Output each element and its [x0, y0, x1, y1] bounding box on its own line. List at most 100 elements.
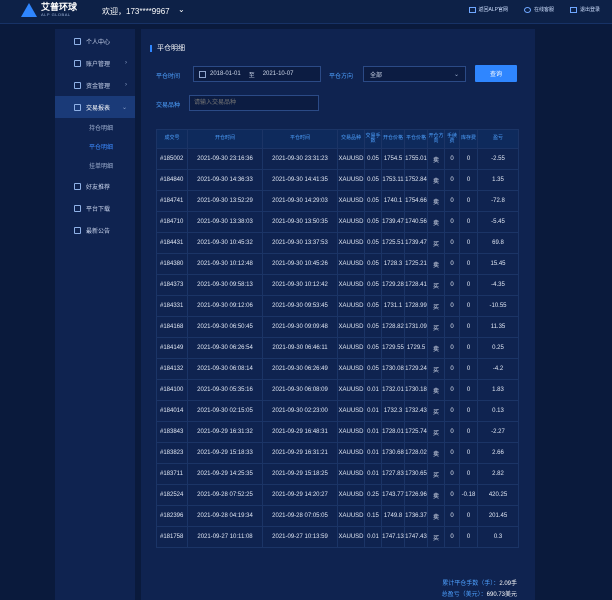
table-cell: #183711 — [156, 463, 188, 485]
table-cell: 2.66 — [477, 442, 519, 464]
table-cell: 2021-09-30 23:16:36 — [187, 148, 263, 170]
table-cell: 0 — [444, 526, 460, 548]
table-cell: 1739.47 — [404, 232, 428, 254]
total-lots-label: 累计平仓手数（手）： — [442, 581, 500, 587]
table-row: #184741 2021-09-30 13:52:29 2021-09-30 14:… — [156, 190, 519, 212]
table-cell: 2021-09-30 13:38:03 — [187, 211, 263, 233]
account-dropdown-icon[interactable]: ⌄ — [178, 5, 185, 14]
table-cell: 0 — [444, 505, 460, 527]
table-cell: 2021-09-29 16:31:32 — [187, 421, 263, 443]
table-cell: 0 — [444, 190, 460, 212]
table-cell: XAUUSD — [337, 274, 365, 296]
table-cell: #184431 — [156, 232, 188, 254]
table-cell: 0 — [459, 232, 478, 254]
table-cell: XAUUSD — [337, 211, 365, 233]
table-row: #184132 2021-09-30 06:08:14 2021-09-30 06:… — [156, 358, 519, 380]
date-range-field[interactable]: 2018-01-01 至 2021-10-07 — [193, 66, 321, 82]
table-row: #183711 2021-09-29 14:25:35 2021-09-29 15:… — [156, 463, 519, 485]
total-profit-value: 690.73美元 — [486, 592, 517, 598]
table-cell: 1729.5 — [404, 337, 428, 359]
sidebar-item-personal-center[interactable]: 个人中心 — [55, 30, 135, 52]
table-cell: #184149 — [156, 337, 188, 359]
logo[interactable]: 艾普环球 ALP GLOBAL — [21, 3, 77, 17]
total-lots-value: 2.09手 — [499, 581, 517, 587]
table-row: #182396 2021-09-28 04:19:34 2021-09-28 07:… — [156, 505, 519, 527]
table-cell: 卖 — [427, 148, 445, 170]
table-cell: -2.55 — [477, 148, 519, 170]
table-cell: 2021-09-30 06:26:54 — [187, 337, 263, 359]
date-from-value[interactable]: 2018-01-01 — [210, 71, 241, 77]
sidebar-item-account[interactable]: 账户管理 › — [55, 52, 135, 74]
return-site-link[interactable]: 返回ALP官网 — [468, 6, 508, 13]
table-cell: 0.01 — [364, 526, 382, 548]
table-cell: #184168 — [156, 316, 188, 338]
user-icon — [74, 59, 81, 67]
table-cell: XAUUSD — [337, 484, 365, 506]
chevron-right-icon: › — [125, 60, 127, 66]
table-cell: 2021-09-29 16:48:31 — [262, 421, 338, 443]
table-row: #184100 2021-09-30 05:35:16 2021-09-30 06:… — [156, 379, 519, 401]
logo-cn-text: 艾普环球 — [41, 2, 78, 12]
notice-icon — [74, 226, 81, 234]
table-cell: 卖 — [427, 337, 445, 359]
table-cell: 0.05 — [364, 274, 382, 296]
logout-link[interactable]: 退出登录 — [569, 6, 600, 13]
table-cell: -2.27 — [477, 421, 519, 443]
table-cell: 2021-09-30 09:53:45 — [262, 295, 338, 317]
chevron-down-icon: ⌄ — [121, 104, 127, 111]
table-cell: 1753.11 — [381, 169, 405, 191]
query-button[interactable]: 查询 — [475, 65, 517, 82]
table-cell: 1752.84 — [404, 169, 428, 191]
table-cell: 2021-09-30 14:36:33 — [187, 169, 263, 191]
table-cell: 0 — [459, 526, 478, 548]
sidebar-item-download[interactable]: 平台下载 — [55, 197, 135, 219]
table-cell: 0 — [444, 232, 460, 254]
symbol-input[interactable] — [189, 95, 319, 111]
table-cell: 卖 — [427, 484, 445, 506]
table-cell: #183843 — [156, 421, 188, 443]
table-cell: 0.01 — [364, 379, 382, 401]
table-cell: 1728.82 — [381, 316, 405, 338]
table-cell: 2021-09-30 06:08:14 — [187, 358, 263, 380]
table-cell: 1730.68 — [381, 442, 405, 464]
table-cell: XAUUSD — [337, 505, 365, 527]
table-cell: 0 — [459, 442, 478, 464]
table-cell: 15.45 — [477, 253, 519, 275]
online-service-link[interactable]: 在线客服 — [523, 6, 554, 13]
closed-trades-table: 成交号 开仓时间 平仓时间 交易品种 交易手数 开仓价格 平仓价格 开仓方向 手续费 库存费 盈亏 … — [156, 129, 519, 548]
table-cell: #184741 — [156, 190, 188, 212]
date-to-value[interactable]: 2021-10-07 — [263, 71, 294, 77]
table-header-row: 成交号 开仓时间 平仓时间 交易品种 交易手数 开仓价格 平仓价格 开仓方向 手续费 库存费 盈亏 — [156, 129, 519, 149]
table-cell: #184100 — [156, 379, 188, 401]
table-row: #184431 2021-09-30 10:45:32 2021-09-30 13:… — [156, 232, 519, 254]
table-cell: 0.05 — [364, 190, 382, 212]
table-cell: 1729.28 — [381, 274, 405, 296]
table-cell: -0.18 — [459, 484, 478, 506]
sidebar-subitem-closed[interactable]: 平仓明细 — [55, 137, 135, 156]
sidebar-item-notice[interactable]: 最新公告 — [55, 219, 135, 241]
sidebar-item-funds[interactable]: 资金管理 › — [55, 74, 135, 96]
sidebar-subitem-positions[interactable]: 持仓明细 — [55, 118, 135, 137]
table-row: #184380 2021-09-30 10:12:48 2021-09-30 10:… — [156, 253, 519, 275]
table-cell: 2021-09-30 06:08:09 — [262, 379, 338, 401]
report-icon — [74, 103, 81, 111]
table-cell: 2021-09-30 09:09:48 — [262, 316, 338, 338]
table-cell: 0 — [459, 211, 478, 233]
table-cell: #185002 — [156, 148, 188, 170]
sidebar-subitem-pending[interactable]: 挂单明细 — [55, 156, 135, 175]
table-cell: 卖 — [427, 379, 445, 401]
table-cell: 0 — [444, 358, 460, 380]
sidebar-item-trade-report[interactable]: 交易报表 ⌄ — [55, 96, 135, 118]
table-cell: 420.25 — [477, 484, 519, 506]
table-cell: 0 — [444, 400, 460, 422]
table-cell: 0 — [459, 274, 478, 296]
headset-icon — [523, 6, 531, 13]
total-profit-label: 总盈亏（美元）： — [441, 592, 487, 598]
column-header: 成交号 — [156, 129, 188, 149]
direction-select[interactable]: 全部 ⌄ — [363, 66, 466, 82]
sidebar-item-referral[interactable]: 好友推荐 — [55, 175, 135, 197]
table-cell: 1.35 — [477, 169, 519, 191]
table-cell: #183823 — [156, 442, 188, 464]
table-cell: XAUUSD — [337, 337, 365, 359]
table-cell: 0 — [459, 316, 478, 338]
